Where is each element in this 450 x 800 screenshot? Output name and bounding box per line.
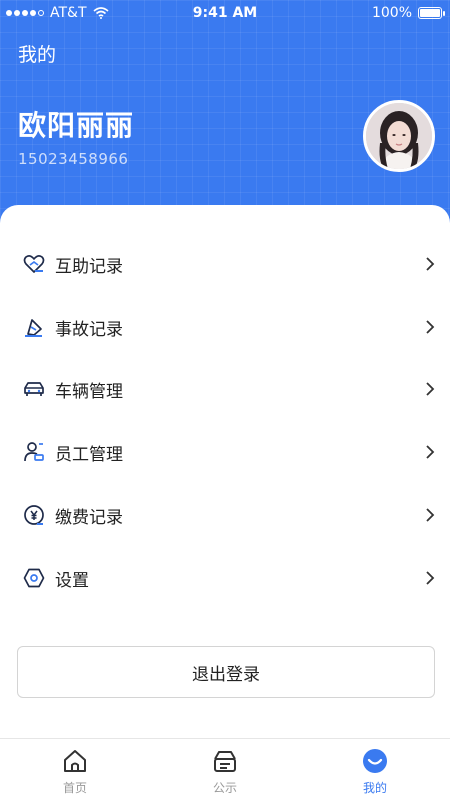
tab-label: 公示 (212, 781, 237, 795)
tab-home[interactable]: 首页 (0, 739, 150, 800)
menu-item-mutual-aid[interactable]: 互助记录 (0, 233, 450, 295)
chevron-right-icon (426, 571, 435, 585)
menu-item-payment-records[interactable]: 缴费记录 (0, 484, 450, 546)
staff-icon (24, 442, 44, 462)
menu-item-label: 员工管理 (55, 444, 123, 465)
bottom-tab-bar: 首页 公示 我的 (0, 738, 450, 800)
tab-label: 首页 (62, 781, 87, 795)
menu-card: 互助记录 事故记录 车辆管理 员工管理 缴费记录 设置 退出登录 (0, 205, 450, 740)
battery-icon (418, 7, 445, 19)
user-phone: 15023458966 (18, 150, 129, 168)
tab-label: 我的 (362, 781, 387, 795)
status-right: 100% (371, 5, 445, 21)
yuan-coin-icon (24, 505, 44, 525)
menu-item-vehicle-management[interactable]: 车辆管理 (0, 358, 450, 420)
tab-mine[interactable]: 我的 (300, 739, 450, 800)
menu-item-settings[interactable]: 设置 (0, 547, 450, 609)
menu-item-label: 缴费记录 (55, 507, 123, 528)
avatar[interactable] (363, 100, 435, 172)
menu-item-label: 互助记录 (55, 256, 123, 277)
page-title: 我的 (18, 44, 57, 66)
settings-hexagon-icon (23, 568, 45, 588)
home-icon (64, 750, 86, 772)
chevron-right-icon (426, 382, 435, 396)
logout-button[interactable]: 退出登录 (17, 646, 435, 698)
menu-item-label: 车辆管理 (55, 381, 123, 402)
menu-item-label: 设置 (55, 570, 89, 591)
profile-header: AT&T 9:41 AM 100% 我的 欧阳丽丽 15023458966 (0, 0, 450, 230)
avatar-photo (366, 103, 432, 169)
user-name: 欧阳丽丽 (18, 109, 135, 142)
menu-item-accident-records[interactable]: 事故记录 (0, 296, 450, 358)
menu-item-label: 事故记录 (55, 319, 123, 340)
chevron-right-icon (426, 445, 435, 459)
status-bar: AT&T 9:41 AM 100% (0, 0, 450, 26)
profile-smile-icon (363, 749, 387, 773)
heart-hands-icon (23, 255, 45, 273)
chevron-right-icon (426, 320, 435, 334)
car-icon (24, 382, 44, 396)
menu-item-staff-management[interactable]: 员工管理 (0, 421, 450, 483)
chevron-right-icon (426, 257, 435, 271)
tab-notice[interactable]: 公示 (150, 739, 300, 800)
notice-box-icon (214, 751, 236, 772)
accident-icon (25, 319, 42, 337)
chevron-right-icon (426, 508, 435, 522)
battery-percent: 100% (371, 5, 412, 21)
